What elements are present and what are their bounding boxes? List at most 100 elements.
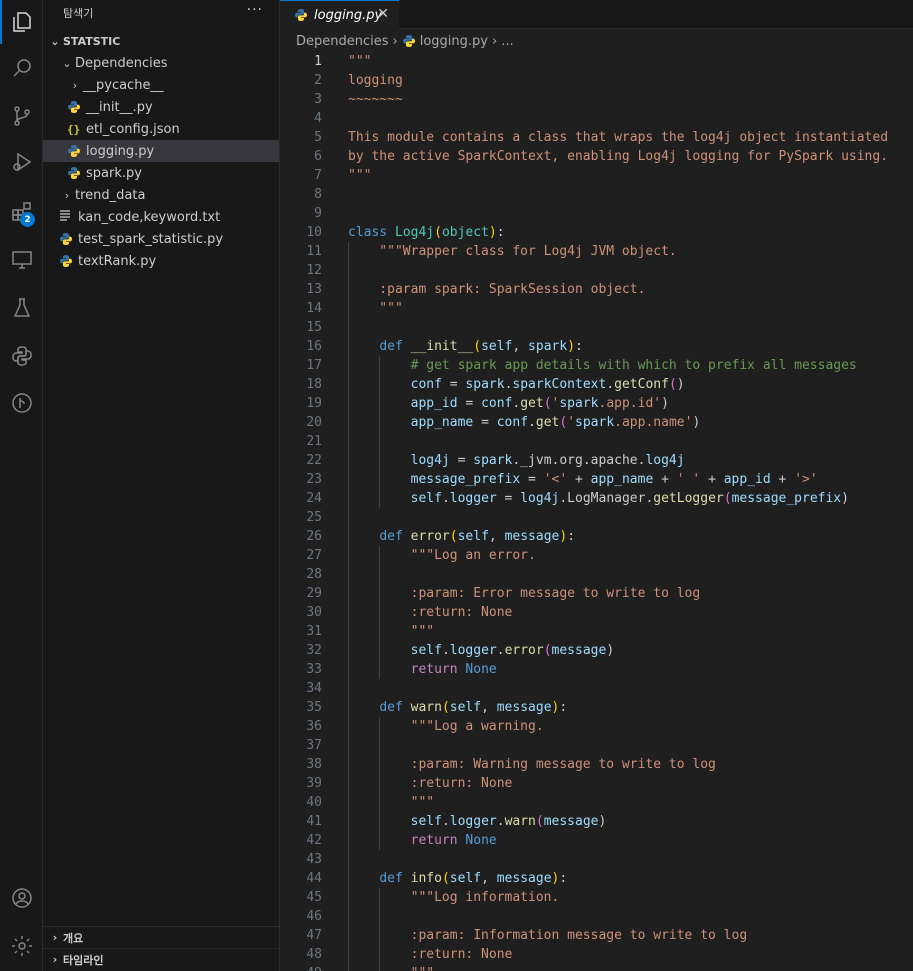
tree-item-trend-data[interactable]: › trend_data	[43, 184, 279, 206]
line-number: 47	[306, 928, 322, 943]
code-line[interactable]: 43	[280, 850, 913, 869]
tree-item-test-spark-statistic[interactable]: test_spark_statistic.py	[43, 228, 279, 250]
code-editor[interactable]: 1 """ 2 logging 3 ~~~~~~~ 4 5 This module contai…	[280, 52, 913, 971]
code-line[interactable]: 28	[280, 565, 913, 584]
code-line[interactable]: 36 """Log a warning.	[280, 717, 913, 736]
line-number: 21	[306, 434, 322, 449]
line-number: 17	[306, 358, 322, 373]
line-number: 2	[314, 73, 322, 88]
tree-item-init-py[interactable]: __init__.py	[43, 96, 279, 118]
code-line[interactable]: 22 log4j = spark._jvm.org.apache.log4j	[280, 451, 913, 470]
settings-gear-icon[interactable]	[0, 924, 43, 968]
code-line[interactable]: 31 """	[280, 622, 913, 641]
code-line[interactable]: 37	[280, 736, 913, 755]
chevron-right-icon: ›	[52, 931, 58, 944]
code-line[interactable]: 18 conf = spark.sparkContext.getConf()	[280, 375, 913, 394]
code-line[interactable]: 47 :param: Information message to write …	[280, 926, 913, 945]
breadcrumb-item-logging-py[interactable]: logging.py	[420, 34, 488, 49]
code-text: """	[348, 624, 435, 639]
extensions-icon[interactable]: 2	[0, 190, 43, 234]
code-line[interactable]: 20 app_name = conf.get('spark.app.name')	[280, 413, 913, 432]
code-line[interactable]: 7 """	[280, 166, 913, 185]
code-line[interactable]: 49 """	[280, 964, 913, 971]
code-line[interactable]: 9	[280, 204, 913, 223]
git-graph-icon[interactable]	[0, 381, 43, 425]
code-line[interactable]: 25	[280, 508, 913, 527]
code-line[interactable]: 1 """	[280, 52, 913, 71]
line-number: 33	[306, 662, 322, 677]
code-line[interactable]: 24 self.logger = log4j.LogManager.getLog…	[280, 489, 913, 508]
explorer-icon[interactable]	[0, 0, 43, 44]
tree-item-label: textRank.py	[78, 253, 157, 269]
code-line[interactable]: 44 def info(self, message):	[280, 869, 913, 888]
line-number: 10	[306, 225, 322, 240]
line-number: 30	[306, 605, 322, 620]
code-line[interactable]: 48 :return: None	[280, 945, 913, 964]
tree-item-dependencies[interactable]: ⌄ Dependencies	[43, 52, 279, 74]
line-number: 25	[306, 510, 322, 525]
code-line[interactable]: 11 """Wrapper class for Log4j JVM object…	[280, 242, 913, 261]
account-icon[interactable]	[0, 876, 43, 920]
tree-item-spark-py[interactable]: spark.py	[43, 162, 279, 184]
code-line[interactable]: 41 self.logger.warn(message)	[280, 812, 913, 831]
workspace-root[interactable]: ⌄ STATSTIC	[43, 30, 279, 52]
code-line[interactable]: 38 :param: Warning message to write to l…	[280, 755, 913, 774]
code-line[interactable]: 35 def warn(self, message):	[280, 698, 913, 717]
code-text: """Wrapper class for Log4j JVM object.	[348, 244, 677, 259]
code-line[interactable]: 5 This module contains a class that wraps…	[280, 128, 913, 147]
tree-item-kan-code[interactable]: kan_code,keyword.txt	[43, 206, 279, 228]
code-line[interactable]: 12	[280, 261, 913, 280]
code-line[interactable]: 3 ~~~~~~~	[280, 90, 913, 109]
code-line[interactable]: 10 class Log4j(object):	[280, 223, 913, 242]
code-line[interactable]: 19 app_id = conf.get('spark.app.id')	[280, 394, 913, 413]
tree-item-label: __init__.py	[86, 99, 153, 115]
testing-icon[interactable]	[0, 286, 43, 330]
timeline-panel-header[interactable]: › 타임라인	[43, 948, 279, 970]
remote-explorer-icon[interactable]	[0, 238, 43, 282]
code-line[interactable]: 33 return None	[280, 660, 913, 679]
tree-item-pycache[interactable]: › __pycache__	[43, 74, 279, 96]
code-line[interactable]: 39 :return: None	[280, 774, 913, 793]
code-line[interactable]: 16 def __init__(self, spark):	[280, 337, 913, 356]
tab-logging-py[interactable]: logging.py ✕	[280, 0, 399, 29]
code-text: """	[348, 301, 403, 316]
code-line[interactable]: 2 logging	[280, 71, 913, 90]
code-line[interactable]: 29 :param: Error message to write to log	[280, 584, 913, 603]
code-line[interactable]: 26 def error(self, message):	[280, 527, 913, 546]
outline-panel-header[interactable]: › 개요	[43, 926, 279, 948]
code-line[interactable]: 30 :return: None	[280, 603, 913, 622]
code-line[interactable]: 6 by the active SparkContext, enabling Lo…	[280, 147, 913, 166]
code-line[interactable]: 42 return None	[280, 831, 913, 850]
python-icon[interactable]	[0, 334, 43, 378]
search-icon[interactable]	[0, 46, 43, 90]
breadcrumb-item-dependencies[interactable]: Dependencies	[296, 34, 389, 49]
line-number: 12	[306, 263, 322, 278]
code-line[interactable]: 27 """Log an error.	[280, 546, 913, 565]
code-text: """	[348, 964, 434, 971]
more-actions-button[interactable]: ···	[247, 2, 263, 18]
code-line[interactable]: 40 """	[280, 793, 913, 812]
breadcrumb-item-symbols[interactable]: ...	[501, 34, 513, 49]
code-line[interactable]: 45 """Log information.	[280, 888, 913, 907]
line-number: 26	[306, 529, 322, 544]
code-line[interactable]: 13 :param spark: SparkSession object.	[280, 280, 913, 299]
run-debug-icon[interactable]	[0, 140, 43, 184]
code-text: # get spark app details with which to pr…	[410, 358, 857, 373]
code-text: class Log4j(object):	[348, 225, 505, 240]
code-line[interactable]: 8	[280, 185, 913, 204]
code-line[interactable]: 32 self.logger.error(message)	[280, 641, 913, 660]
code-line[interactable]: 17 # get spark app details with which to…	[280, 356, 913, 375]
tree-item-logging-py[interactable]: logging.py	[43, 140, 279, 162]
code-line[interactable]: 34	[280, 679, 913, 698]
close-icon[interactable]: ✕	[377, 6, 389, 22]
code-line[interactable]: 21	[280, 432, 913, 451]
code-line[interactable]: 15	[280, 318, 913, 337]
code-line[interactable]: 46	[280, 907, 913, 926]
tree-item-etl-config[interactable]: {} etl_config.json	[43, 118, 279, 140]
code-line[interactable]: 23 message_prefix = '<' + app_name + ' '…	[280, 470, 913, 489]
code-line[interactable]: 4	[280, 109, 913, 128]
source-control-icon[interactable]	[0, 94, 43, 138]
code-line[interactable]: 14 """	[280, 299, 913, 318]
tree-item-textrank[interactable]: textRank.py	[43, 250, 279, 272]
code-text: """Log an error.	[348, 548, 536, 563]
